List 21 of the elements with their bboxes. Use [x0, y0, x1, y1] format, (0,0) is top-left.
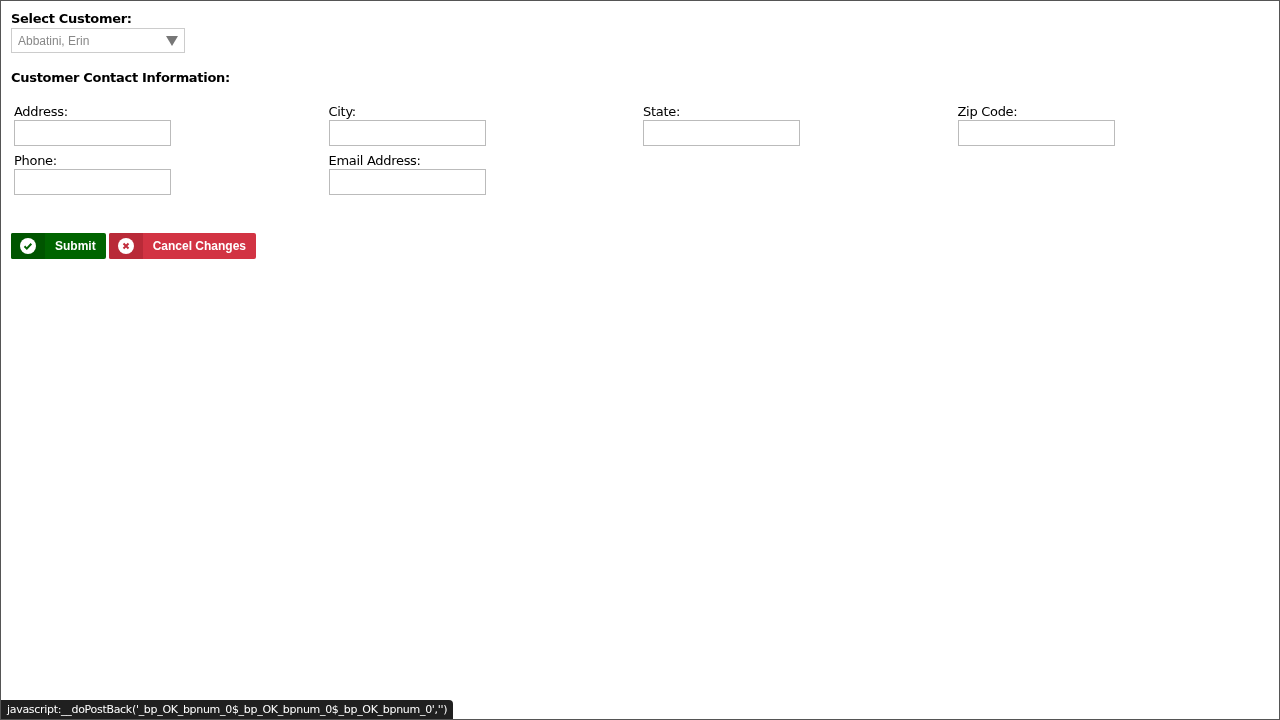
cancel-button[interactable]: Cancel Changes: [108, 233, 257, 259]
submit-button[interactable]: Submit: [11, 233, 106, 259]
input-field[interactable]: [328, 169, 486, 195]
input-field[interactable]: [957, 120, 1115, 146]
field-label: State:: [643, 104, 681, 119]
close-icon: [117, 238, 134, 254]
field-label: City:: [328, 104, 357, 119]
input-field[interactable]: [643, 120, 800, 146]
input-field[interactable]: [14, 169, 171, 195]
input-field[interactable]: [14, 120, 171, 146]
section-title: Customer Contact Information:: [11, 70, 231, 85]
status-bar-url: javascript:__doPostBack('_bp_OK_bpnum_0$_bp_OK_bpnum_0$_bp_OK_bpnum_0',''): [1, 700, 454, 719]
field-label: Address:: [14, 104, 69, 119]
field-label: Email Address:: [328, 153, 422, 168]
input-field[interactable]: [328, 120, 486, 146]
select-customer-label: Select Customer:: [11, 11, 133, 26]
caret-icon: [166, 35, 178, 46]
field-label: Zip Code:: [957, 104, 1019, 119]
customer-dropdown[interactable]: Abbatini, Erin: [11, 28, 185, 53]
field-label: Phone:: [14, 153, 58, 168]
check-icon: [20, 238, 36, 254]
